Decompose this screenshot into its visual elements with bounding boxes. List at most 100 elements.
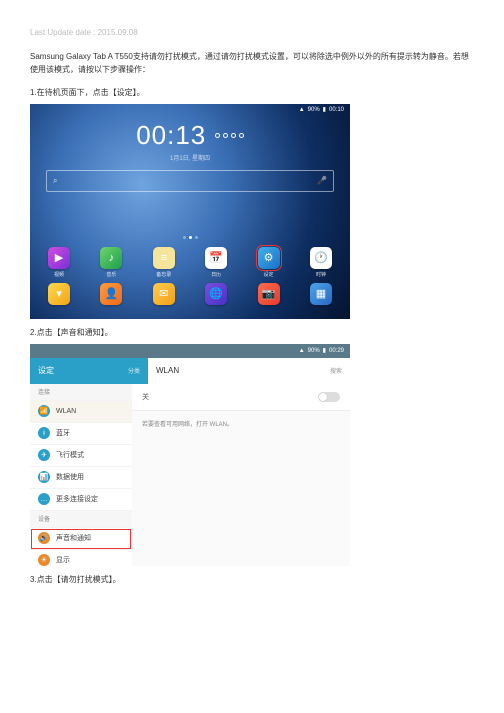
screenshot-settings: ▲ 90% ▮ 00:29 设定 分类 WLAN 搜索 连接 📶 WLAN ᚼ 蓝牙 ✈ 飞… bbox=[30, 344, 350, 566]
app-store[interactable]: ▾ bbox=[44, 283, 74, 313]
contacts-label bbox=[96, 307, 126, 313]
app-settings[interactable]: ⚙ 设定 bbox=[254, 247, 284, 277]
contacts-icon: 👤 bbox=[100, 283, 122, 305]
sidebar-item-icon: 📊 bbox=[38, 471, 50, 483]
sidebar-item-label: 蓝牙 bbox=[56, 428, 70, 438]
battery-text: 90% bbox=[308, 348, 320, 354]
weather-dots bbox=[215, 133, 244, 138]
music-label: 音乐 bbox=[96, 271, 126, 277]
sidebar-item-icon: 📶 bbox=[38, 405, 50, 417]
internet-icon: 🌐 bbox=[205, 283, 227, 305]
sidebar-item-label: 飞行模式 bbox=[56, 450, 84, 460]
memo-label: 备忘录 bbox=[149, 271, 179, 277]
app-apps[interactable]: ▦ bbox=[306, 283, 336, 313]
apps-label bbox=[306, 307, 336, 313]
intro-paragraph: Samsung Galaxy Tab A T550支持请勿打扰模式，通过请勿打扰… bbox=[30, 51, 474, 77]
app-camera[interactable]: 📷 bbox=[254, 283, 284, 313]
messages-label bbox=[149, 307, 179, 313]
sidebar-item[interactable]: … 更多连接设定 bbox=[30, 489, 132, 511]
sidebar-section: 设备 bbox=[30, 511, 132, 528]
sidebar-item-icon: 🔊 bbox=[38, 532, 50, 544]
status-bar: ▲ 90% ▮ 00:10 bbox=[30, 104, 350, 116]
sidebar-item[interactable]: ✈ 飞行模式 bbox=[30, 445, 132, 467]
statusbar-time: 00:29 bbox=[329, 348, 344, 354]
wlan-hint: 若要查看可用网络，打开 WLAN。 bbox=[132, 411, 350, 436]
sidebar-item-icon: ✈ bbox=[38, 449, 50, 461]
camera-label bbox=[254, 307, 284, 313]
step-1: 1.在待机页面下，点击【设定】。 bbox=[30, 87, 474, 98]
detail-title: WLAN bbox=[156, 366, 179, 375]
calendar-label: 日历 bbox=[201, 271, 231, 277]
store-label bbox=[44, 307, 74, 313]
store-icon: ▾ bbox=[48, 283, 70, 305]
clock-widget[interactable]: 00:13 1月1日, 星期四 bbox=[30, 120, 350, 162]
settings-detail-pane: 关 若要查看可用网络，打开 WLAN。 bbox=[132, 384, 350, 566]
internet-label bbox=[201, 307, 231, 313]
sidebar-section: 连接 bbox=[30, 384, 132, 401]
search-label[interactable]: 搜索 bbox=[330, 366, 342, 375]
app-clock[interactable]: 🕐 时钟 bbox=[306, 247, 336, 277]
google-icon: ⌕ bbox=[53, 176, 57, 186]
wifi-icon: ▲ bbox=[299, 348, 305, 354]
sidebar-item-label: 声音和通知 bbox=[56, 533, 91, 543]
header-detail-panel: WLAN 搜索 bbox=[148, 358, 350, 384]
app-music[interactable]: ♪ 音乐 bbox=[96, 247, 126, 277]
app-internet[interactable]: 🌐 bbox=[201, 283, 231, 313]
settings-icon: ⚙ bbox=[258, 247, 280, 269]
settings-body: 连接📶WLANᚼ蓝牙✈飞行模式📊数据使用…更多连接设定设备🔊声音和通知☀显示✋动… bbox=[30, 384, 350, 566]
sidebar-item[interactable]: ᚼ 蓝牙 bbox=[30, 423, 132, 445]
settings-sidebar: 连接📶WLANᚼ蓝牙✈飞行模式📊数据使用…更多连接设定设备🔊声音和通知☀显示✋动… bbox=[30, 384, 132, 566]
step-2: 2.点击【声音和通知】。 bbox=[30, 327, 474, 338]
wlan-toggle-row[interactable]: 关 bbox=[132, 384, 350, 411]
sidebar-item-icon: ᚼ bbox=[38, 427, 50, 439]
statusbar-time: 00:10 bbox=[329, 107, 344, 113]
app-contacts[interactable]: 👤 bbox=[96, 283, 126, 313]
wifi-icon: ▲ bbox=[299, 107, 305, 113]
sidebar-item-label: WLAN bbox=[56, 408, 76, 415]
app-row-2: ▾ 👤 ✉ 🌐 📷 ▦ bbox=[44, 283, 336, 313]
calendar-icon: 📅 bbox=[205, 247, 227, 269]
app-video[interactable]: ▶ 视频 bbox=[44, 247, 74, 277]
app-memo[interactable]: ≡ 备忘录 bbox=[149, 247, 179, 277]
apps-icon: ▦ bbox=[310, 283, 332, 305]
page-indicator[interactable] bbox=[30, 236, 350, 239]
status-bar: ▲ 90% ▮ 00:29 bbox=[30, 344, 350, 358]
memo-icon: ≡ bbox=[153, 247, 175, 269]
category-button[interactable]: 分类 bbox=[128, 366, 140, 375]
sidebar-item-label: 更多连接设定 bbox=[56, 494, 98, 504]
sidebar-item[interactable]: ☀ 显示 bbox=[30, 550, 132, 566]
last-update: Last Update date : 2015.09.08 bbox=[30, 28, 474, 37]
music-icon: ♪ bbox=[100, 247, 122, 269]
video-icon: ▶ bbox=[48, 247, 70, 269]
messages-icon: ✉ bbox=[153, 283, 175, 305]
clock-time: 00:13 bbox=[136, 120, 206, 150]
sidebar-item[interactable]: 📊 数据使用 bbox=[30, 467, 132, 489]
camera-icon: 📷 bbox=[258, 283, 280, 305]
sidebar-item-label: 数据使用 bbox=[56, 472, 84, 482]
app-calendar[interactable]: 📅 日历 bbox=[201, 247, 231, 277]
sidebar-item-icon: ☀ bbox=[38, 554, 50, 566]
wlan-toggle[interactable] bbox=[318, 392, 340, 402]
settings-header: 设定 分类 WLAN 搜索 bbox=[30, 358, 350, 384]
video-label: 视频 bbox=[44, 271, 74, 277]
app-row-1: ▶ 视频 ♪ 音乐 ≡ 备忘录 📅 日历 ⚙ 设定 🕐 时钟 bbox=[44, 247, 336, 277]
step-3: 3.点击【请勿打扰模式】。 bbox=[30, 574, 474, 585]
battery-icon: ▮ bbox=[323, 347, 326, 354]
header-title-panel: 设定 分类 bbox=[30, 358, 148, 384]
settings-label: 设定 bbox=[254, 271, 284, 277]
battery-icon: ▮ bbox=[323, 106, 326, 113]
battery-text: 90% bbox=[308, 107, 320, 113]
clock-label: 时钟 bbox=[306, 271, 336, 277]
mic-icon[interactable]: 🎤 bbox=[317, 176, 327, 185]
wlan-off-label: 关 bbox=[142, 392, 149, 402]
settings-title: 设定 bbox=[38, 365, 54, 376]
sidebar-item-label: 显示 bbox=[56, 555, 70, 565]
screenshot-homescreen: ▲ 90% ▮ 00:10 00:13 1月1日, 星期四 ⌕ 🎤 ▶ 视频 ♪ 音乐… bbox=[30, 104, 350, 319]
sidebar-item[interactable]: 🔊 声音和通知 bbox=[30, 528, 132, 550]
clock-date: 1月1日, 星期四 bbox=[30, 153, 350, 162]
sidebar-item[interactable]: 📶 WLAN bbox=[30, 401, 132, 423]
sidebar-item-icon: … bbox=[38, 493, 50, 505]
clock-icon: 🕐 bbox=[310, 247, 332, 269]
google-search-bar[interactable]: ⌕ 🎤 bbox=[46, 170, 334, 192]
app-messages[interactable]: ✉ bbox=[149, 283, 179, 313]
